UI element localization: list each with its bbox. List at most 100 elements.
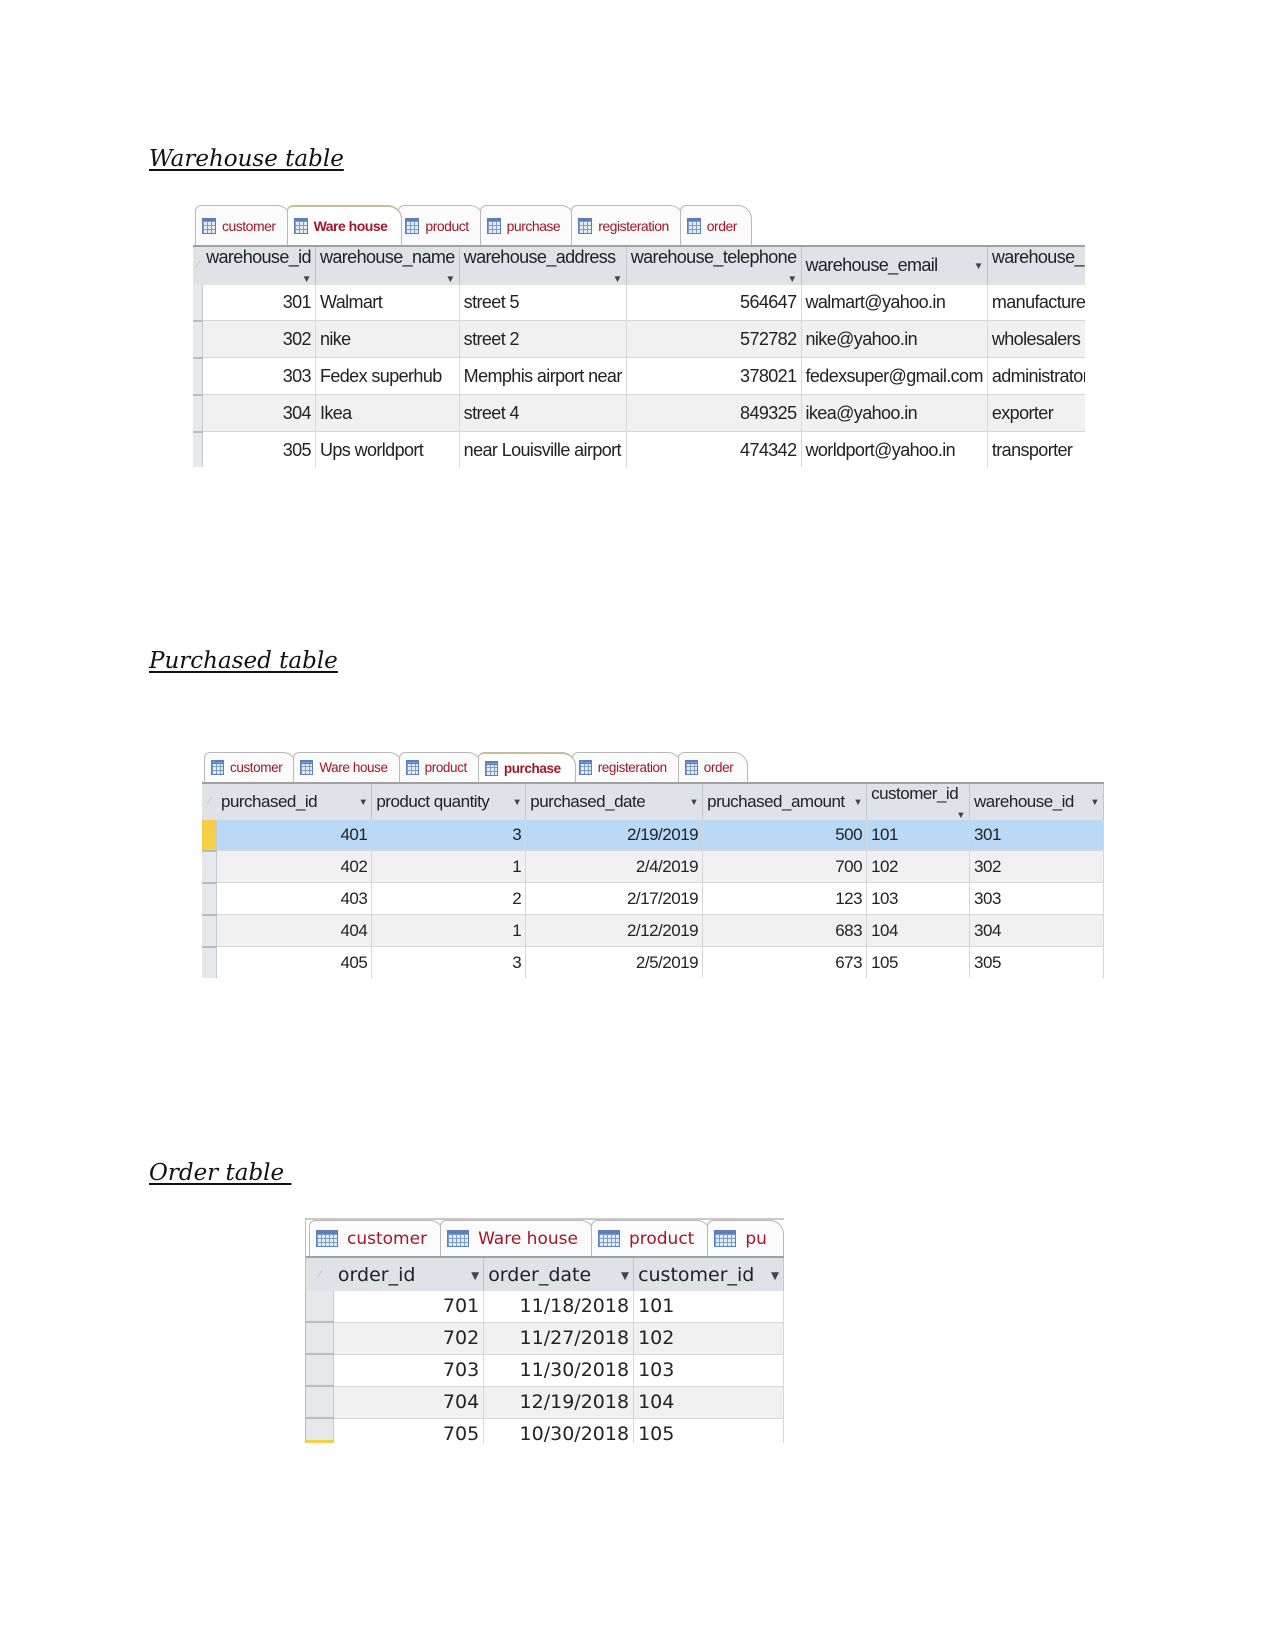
column-header-warehouse-name[interactable]: warehouse_name ▼: [315, 247, 460, 285]
cell-warehouse-telephone[interactable]: 474342: [626, 431, 802, 467]
dropdown-arrow-icon[interactable]: ▼: [621, 1264, 629, 1282]
tab-registeration[interactable]: registeration: [571, 205, 684, 245]
cell-warehouse-email[interactable]: walmart@yahoo.in: [801, 284, 988, 322]
cell-pruchased-amount[interactable]: 500: [702, 819, 868, 852]
table-row[interactable]: 705 10/30/2018 105: [306, 1418, 784, 1443]
cell-purchased-date[interactable]: 2/12/2019: [525, 914, 704, 948]
dropdown-arrow-icon[interactable]: ▼: [445, 268, 455, 285]
dropdown-arrow-icon[interactable]: ▼: [302, 268, 312, 285]
cell-purchased-date[interactable]: 2/4/2019: [525, 850, 704, 884]
record-selector[interactable]: [306, 1291, 335, 1323]
column-header-warehouse-telephone[interactable]: warehouse_telephone ▼: [626, 247, 802, 285]
dropdown-arrow-icon[interactable]: ▼: [771, 1264, 779, 1282]
cell-order-date[interactable]: 10/30/2018: [483, 1418, 635, 1443]
cell-pruchased-amount[interactable]: 683: [702, 914, 868, 948]
cell-warehouse-name[interactable]: Ikea: [315, 394, 460, 433]
table-row[interactable]: 703 11/30/2018 103: [306, 1354, 784, 1387]
record-selector[interactable]: [202, 914, 218, 948]
cell-purchased-id[interactable]: 401: [216, 819, 373, 852]
dropdown-arrow-icon[interactable]: ▼: [956, 804, 965, 820]
cell-product-quantity[interactable]: 1: [371, 850, 527, 884]
select-all-corner[interactable]: ⁄: [193, 247, 203, 285]
cell-warehouse-persn-in-charge-name[interactable]: wholesalers: [987, 320, 1085, 359]
cell-product-quantity[interactable]: 3: [371, 819, 527, 852]
dropdown-arrow-icon[interactable]: ▼: [471, 1264, 479, 1282]
column-header-warehouse-address[interactable]: warehouse_address ▼: [459, 247, 627, 285]
table-row[interactable]: 305 Ups worldport near Louisville airport 4…: [193, 431, 1085, 467]
dropdown-arrow-icon[interactable]: ▼: [853, 792, 862, 807]
tab-product[interactable]: product: [398, 205, 484, 245]
column-header-pruchased-amount[interactable]: pruchased_amount ▼: [702, 784, 868, 820]
cell-customer-id[interactable]: 105: [633, 1418, 784, 1443]
cell-order-date[interactable]: 11/27/2018: [483, 1322, 635, 1355]
cell-warehouse-email[interactable]: fedexsuper@gmail.com: [801, 357, 988, 396]
cell-order-id[interactable]: 701: [333, 1291, 485, 1323]
table-row[interactable]: 405 3 2/5/2019 673 105 305: [202, 946, 1104, 978]
record-selector[interactable]: [306, 1386, 335, 1419]
tab-order[interactable]: order: [677, 752, 749, 782]
tab-pu[interactable]: pu: [707, 1220, 784, 1256]
record-selector[interactable]: [202, 850, 218, 884]
column-header-order-id[interactable]: order_id ▼: [333, 1258, 485, 1291]
record-selector[interactable]: [193, 320, 203, 359]
cell-warehouse-email[interactable]: nike@yahoo.in: [801, 320, 988, 359]
tab-registeration[interactable]: registeration: [571, 752, 682, 782]
cell-customer-id[interactable]: 105: [866, 946, 971, 978]
cell-pruchased-amount[interactable]: 700: [702, 850, 868, 884]
cell-warehouse-persn-in-charge-name[interactable]: exporter: [987, 394, 1085, 433]
record-selector[interactable]: [193, 357, 203, 396]
cell-order-id[interactable]: 703: [333, 1354, 485, 1387]
cell-warehouse-telephone[interactable]: 572782: [626, 320, 802, 359]
column-header-warehouse-email[interactable]: warehouse_email ▼: [801, 247, 988, 285]
table-row[interactable]: 303 Fedex superhub Memphis airport near 378…: [193, 357, 1085, 396]
record-selector[interactable]: [202, 819, 218, 852]
record-selector[interactable]: [193, 394, 203, 433]
cell-pruchased-amount[interactable]: 123: [702, 882, 868, 916]
cell-warehouse-telephone[interactable]: 849325: [626, 394, 802, 433]
cell-warehouse-persn-in-charge-name[interactable]: administrator: [987, 357, 1085, 396]
cell-warehouse-address[interactable]: near Louisville airport: [459, 431, 627, 467]
cell-purchased-id[interactable]: 403: [216, 882, 373, 916]
dropdown-arrow-icon[interactable]: ▼: [974, 255, 984, 272]
cell-warehouse-name[interactable]: Fedex superhub: [315, 357, 460, 396]
record-selector[interactable]: [193, 431, 203, 467]
select-all-corner[interactable]: ⁄: [306, 1258, 334, 1291]
table-row[interactable]: 404 1 2/12/2019 683 104 304: [202, 914, 1104, 948]
table-row[interactable]: 401 3 2/19/2019 500 101 301: [202, 819, 1104, 852]
table-row[interactable]: 304 Ikea street 4 849325 ikea@yahoo.in export…: [193, 394, 1085, 433]
cell-warehouse-id[interactable]: 304: [202, 394, 316, 433]
cell-warehouse-name[interactable]: Ups worldport: [315, 431, 460, 467]
cell-product-quantity[interactable]: 1: [371, 914, 527, 948]
cell-purchased-date[interactable]: 2/17/2019: [525, 882, 704, 916]
cell-warehouse-id[interactable]: 301: [202, 284, 316, 322]
cell-product-quantity[interactable]: 2: [371, 882, 527, 916]
cell-warehouse-id[interactable]: 301: [969, 819, 1104, 852]
cell-customer-id[interactable]: 101: [866, 819, 971, 852]
record-selector[interactable]: [193, 284, 203, 322]
cell-warehouse-id[interactable]: 302: [969, 850, 1104, 884]
table-row[interactable]: 301 Walmart street 5 564647 walmart@yahoo.in…: [193, 284, 1085, 322]
cell-warehouse-address[interactable]: street 4: [459, 394, 627, 433]
table-row[interactable]: 702 11/27/2018 102: [306, 1322, 784, 1355]
cell-warehouse-persn-in-charge-name[interactable]: manufacturers: [987, 284, 1085, 322]
cell-customer-id[interactable]: 104: [866, 914, 971, 948]
cell-customer-id[interactable]: 102: [866, 850, 971, 884]
cell-customer-id[interactable]: 104: [633, 1386, 784, 1419]
dropdown-arrow-icon[interactable]: ▼: [613, 268, 623, 285]
tab-product[interactable]: product: [590, 1220, 712, 1256]
cell-warehouse-id[interactable]: 304: [969, 914, 1104, 948]
cell-warehouse-id[interactable]: 303: [969, 882, 1104, 916]
cell-warehouse-name[interactable]: nike: [315, 320, 460, 359]
cell-customer-id[interactable]: 103: [633, 1354, 784, 1387]
dropdown-arrow-icon[interactable]: ▼: [359, 792, 368, 807]
tab-purchase[interactable]: purchase: [477, 752, 576, 782]
cell-warehouse-id[interactable]: 303: [202, 357, 316, 396]
table-row[interactable]: 704 12/19/2018 104: [306, 1386, 784, 1419]
cell-warehouse-id[interactable]: 302: [202, 320, 316, 359]
column-header-customer-id[interactable]: customer_id ▼: [633, 1258, 784, 1291]
table-row[interactable]: 403 2 2/17/2019 123 103 303: [202, 882, 1104, 916]
tab-purchase[interactable]: purchase: [479, 205, 576, 245]
record-selector[interactable]: [306, 1322, 335, 1355]
record-selector[interactable]: [202, 882, 218, 916]
tab-customer[interactable]: customer: [309, 1220, 445, 1256]
